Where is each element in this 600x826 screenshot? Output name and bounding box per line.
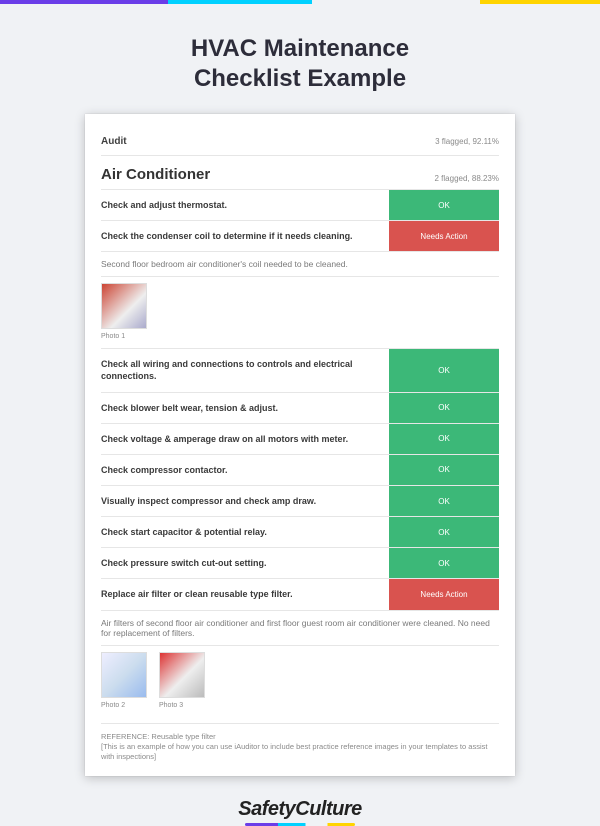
checklist-item-row: Check start capacitor & potential relay.… [101, 517, 499, 548]
checklist-item-label: Check all wiring and connections to cont… [101, 349, 389, 391]
accent-stripe [0, 0, 600, 4]
status-ok-button[interactable]: OK [389, 517, 499, 547]
status-ok-button[interactable]: OK [389, 190, 499, 220]
photo-block: Photo 3 [159, 652, 205, 709]
brand-text: SafetyCulture [238, 798, 362, 820]
checklist-item-label: Check start capacitor & potential relay. [101, 517, 389, 547]
photo-block: Photo 1 [101, 283, 147, 340]
photo-block: Photo 2 [101, 652, 147, 709]
photo-thumbnail[interactable] [101, 652, 147, 698]
checklist-item-row: Check the condenser coil to determine if… [101, 221, 499, 252]
audit-document: Audit 3 flagged, 92.11% Air Conditioner … [85, 114, 515, 776]
photo-caption: Photo 1 [101, 333, 147, 340]
checklist-item-row: Check compressor contactor.OK [101, 455, 499, 486]
checklist-item-row: Check pressure switch cut-out setting.OK [101, 548, 499, 579]
status-ok-button[interactable]: OK [389, 349, 499, 391]
reference-body: [This is an example of how you can use i… [101, 742, 499, 762]
page-title-line1: HVAC Maintenance [191, 35, 409, 62]
section-meta: 2 flagged, 88.23% [435, 174, 500, 183]
checklist-item-label: Check compressor contactor. [101, 455, 389, 485]
checklist-item-row: Check blower belt wear, tension & adjust… [101, 393, 499, 424]
status-ok-button[interactable]: OK [389, 548, 499, 578]
section-title: Air Conditioner [101, 166, 210, 183]
checklist-item-label: Visually inspect compressor and check am… [101, 486, 389, 516]
photo-thumbnail[interactable] [101, 283, 147, 329]
checklist-item-row: Check and adjust thermostat.OK [101, 190, 499, 221]
status-ok-button[interactable]: OK [389, 393, 499, 423]
footer-brand: SafetyCulture [0, 798, 600, 826]
status-ok-button[interactable]: OK [389, 455, 499, 485]
brand-underline [245, 823, 355, 826]
photo-strip-2: Photo 2 Photo 3 [101, 646, 499, 717]
audit-meta: 3 flagged, 92.11% [435, 137, 499, 146]
stripe-gap [312, 0, 480, 4]
section-header-row: Air Conditioner 2 flagged, 88.23% [101, 156, 499, 190]
checklist-item-row: Replace air filter or clean reusable typ… [101, 579, 499, 610]
photo-caption: Photo 3 [159, 702, 205, 709]
stripe-yellow [480, 0, 600, 4]
checklist-item-label: Check blower belt wear, tension & adjust… [101, 393, 389, 423]
photo-thumbnail[interactable] [159, 652, 205, 698]
page-title: HVAC Maintenance Checklist Example [100, 34, 500, 94]
checklist-item-label: Check voltage & amperage draw on all mot… [101, 424, 389, 454]
stripe-cyan [168, 0, 312, 4]
reference-title: REFERENCE: Reusable type filter [101, 732, 499, 742]
page-title-line2: Checklist Example [194, 65, 406, 92]
audit-label: Audit [101, 136, 127, 147]
audit-header-row: Audit 3 flagged, 92.11% [101, 130, 499, 156]
note-text: Air filters of second floor air conditio… [101, 611, 499, 646]
stripe-purple [0, 0, 168, 4]
checklist-item-label: Check pressure switch cut-out setting. [101, 548, 389, 578]
checklist-item-row: Check voltage & amperage draw on all mot… [101, 424, 499, 455]
note-text: Second floor bedroom air conditioner's c… [101, 252, 499, 277]
checklist-item-label: Check and adjust thermostat. [101, 190, 389, 220]
checklist-item-label: Check the condenser coil to determine if… [101, 221, 389, 251]
reference-block: REFERENCE: Reusable type filter [This is… [101, 723, 499, 762]
status-ok-button[interactable]: OK [389, 424, 499, 454]
status-ok-button[interactable]: OK [389, 486, 499, 516]
checklist-item-label: Replace air filter or clean reusable typ… [101, 579, 389, 609]
photo-strip-1: Photo 1 [101, 277, 499, 349]
checklist-item-row: Visually inspect compressor and check am… [101, 486, 499, 517]
checklist-item-row: Check all wiring and connections to cont… [101, 349, 499, 392]
photo-caption: Photo 2 [101, 702, 147, 709]
status-needs-action-button[interactable]: Needs Action [389, 221, 499, 251]
status-needs-action-button[interactable]: Needs Action [389, 579, 499, 609]
